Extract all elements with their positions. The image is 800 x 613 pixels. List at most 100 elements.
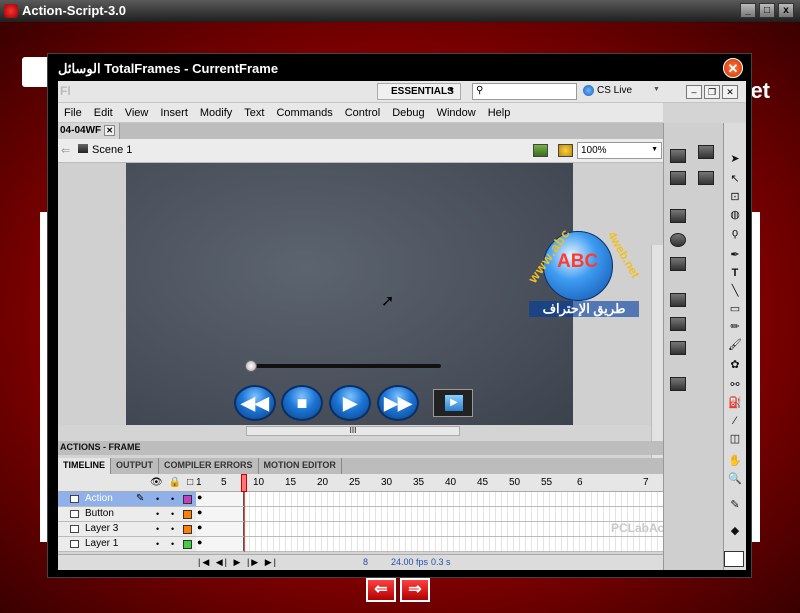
info-panel-icon[interactable]: [670, 233, 686, 247]
outline-icon[interactable]: □: [187, 477, 193, 488]
layer-frames[interactable]: [196, 492, 663, 506]
menu-debug[interactable]: Debug: [386, 103, 430, 122]
layer-frames[interactable]: [196, 507, 663, 521]
align-tool-icon[interactable]: [670, 209, 686, 223]
align-panel-icon[interactable]: [670, 171, 686, 185]
next-slide-button[interactable]: ⇒: [400, 578, 430, 602]
menu-commands[interactable]: Commands: [270, 103, 338, 122]
playhead[interactable]: [241, 474, 247, 492]
visibility-dot[interactable]: •: [156, 539, 159, 549]
document-tab-close-icon[interactable]: ✕: [104, 125, 116, 136]
tab-timeline[interactable]: TIMELINE: [58, 458, 111, 474]
bone-tool-icon[interactable]: ⚯: [728, 379, 742, 392]
actions-panel-header[interactable]: ACTIONS - FRAME: [58, 441, 663, 455]
3d-rotation-tool-icon[interactable]: ◍: [728, 209, 742, 222]
layer-frames[interactable]: [196, 537, 663, 551]
menu-control[interactable]: Control: [339, 103, 386, 122]
line-tool-icon[interactable]: ╲: [728, 285, 742, 298]
paint-bucket-tool-icon[interactable]: ⛽: [728, 397, 742, 410]
tab-compiler-errors[interactable]: COMPILER ERRORS: [159, 458, 259, 474]
app-minimize-button[interactable]: –: [686, 85, 702, 99]
outline-color-swatch[interactable]: [183, 510, 192, 519]
lock-dot[interactable]: •: [171, 539, 174, 549]
workspace-switcher[interactable]: ESSENTIALS: [377, 83, 461, 100]
motion-presets-icon[interactable]: [670, 341, 686, 355]
layer-row[interactable]: Layer 1 • •: [58, 537, 663, 552]
scene-breadcrumb[interactable]: Scene 1: [78, 144, 132, 156]
cs-live-button[interactable]: CS Live: [583, 85, 632, 96]
menu-file[interactable]: File: [58, 103, 88, 122]
menu-text[interactable]: Text: [238, 103, 270, 122]
transform-panel-icon[interactable]: [670, 257, 686, 271]
help-search-input[interactable]: ⚲: [472, 83, 577, 100]
app-restore-button[interactable]: ❐: [704, 85, 720, 99]
lock-dot[interactable]: •: [171, 509, 174, 519]
maximize-button[interactable]: □: [759, 3, 775, 18]
minimize-button[interactable]: _: [740, 3, 756, 18]
edit-scene-icon[interactable]: [533, 144, 548, 157]
menu-view[interactable]: View: [119, 103, 155, 122]
play-button[interactable]: ▶: [329, 385, 371, 421]
eyedropper-tool-icon[interactable]: ⁄: [728, 415, 742, 428]
outline-color-swatch[interactable]: [183, 525, 192, 534]
brush-tool-icon[interactable]: 🖌: [728, 339, 742, 352]
frame-rate[interactable]: 24.00 fps: [391, 557, 428, 567]
pen-tool-icon[interactable]: ✒: [728, 249, 742, 262]
color-panel-icon[interactable]: [670, 149, 686, 163]
lasso-tool-icon[interactable]: ϙ: [728, 227, 742, 240]
visibility-dot[interactable]: •: [156, 524, 159, 534]
edit-symbol-icon[interactable]: [558, 144, 573, 157]
stroke-color-icon[interactable]: ✎: [728, 499, 742, 512]
back-arrow-icon[interactable]: ⇐: [61, 144, 70, 157]
swatches-panel-icon[interactable]: [698, 145, 714, 159]
lock-dot[interactable]: •: [171, 524, 174, 534]
frame-ruler[interactable]: 1 5 10 15 20 25 30 35 40 45 50 55 6 7: [196, 474, 663, 492]
rewind-button[interactable]: ◀◀: [234, 385, 276, 421]
stage-horizontal-scrollbar[interactable]: III: [246, 426, 460, 436]
visibility-dot[interactable]: •: [156, 509, 159, 519]
eraser-tool-icon[interactable]: ◫: [728, 433, 742, 446]
tab-output[interactable]: OUTPUT: [111, 458, 159, 474]
subselection-tool-icon[interactable]: ↖: [728, 173, 742, 186]
zoom-select[interactable]: 100%: [577, 142, 662, 159]
free-transform-tool-icon[interactable]: ⊡: [728, 191, 742, 204]
outline-color-swatch[interactable]: [183, 540, 192, 549]
fast-forward-button[interactable]: ▶▶: [377, 385, 419, 421]
tab-motion-editor[interactable]: MOTION EDITOR: [259, 458, 342, 474]
visibility-dot[interactable]: •: [156, 494, 159, 504]
app-close-button[interactable]: ✕: [722, 85, 738, 99]
hand-tool-icon[interactable]: ✋: [728, 455, 742, 468]
layer-row[interactable]: Button • •: [58, 507, 663, 522]
close-button[interactable]: x: [778, 3, 794, 18]
lock-icon[interactable]: 🔒: [169, 477, 181, 488]
layer-row[interactable]: Action ✎ • •: [58, 492, 663, 507]
seek-slider-knob[interactable]: [245, 360, 257, 372]
component-inspector-icon[interactable]: [670, 317, 686, 331]
timeline-playback-controls[interactable]: |◀ ◀| ▶ |▶ ▶|: [198, 557, 278, 568]
dialog-close-button[interactable]: ✕: [723, 58, 743, 78]
selection-tool-icon[interactable]: ➤: [728, 153, 742, 166]
lock-dot[interactable]: •: [171, 494, 174, 504]
document-tab[interactable]: 04-04WF ✕: [58, 123, 121, 139]
zoom-tool-icon[interactable]: 🔍: [728, 473, 742, 486]
menu-help[interactable]: Help: [482, 103, 517, 122]
seek-slider-track[interactable]: [253, 364, 441, 368]
deco-tool-icon[interactable]: ✿: [728, 359, 742, 372]
rectangle-tool-icon[interactable]: ▭: [728, 303, 742, 316]
current-frame[interactable]: 8: [363, 557, 368, 567]
outline-color-swatch[interactable]: [183, 495, 192, 504]
film-clip-icon[interactable]: ▶: [433, 389, 473, 417]
text-tool-icon[interactable]: T: [728, 267, 742, 280]
menu-window[interactable]: Window: [431, 103, 482, 122]
prev-slide-button[interactable]: ⇐: [366, 578, 396, 602]
stop-button[interactable]: ■: [281, 385, 323, 421]
show-hide-icon[interactable]: 👁: [150, 477, 163, 488]
layer-frames[interactable]: [196, 522, 663, 536]
stage[interactable]: ◀◀ ■ ▶ ▶▶ ▶ ➚: [126, 163, 573, 425]
pencil-tool-icon[interactable]: ✏: [728, 321, 742, 334]
menu-edit[interactable]: Edit: [88, 103, 119, 122]
menu-insert[interactable]: Insert: [154, 103, 194, 122]
menu-modify[interactable]: Modify: [194, 103, 238, 122]
fill-swatch[interactable]: [724, 551, 744, 567]
history-panel-icon[interactable]: [670, 377, 686, 391]
